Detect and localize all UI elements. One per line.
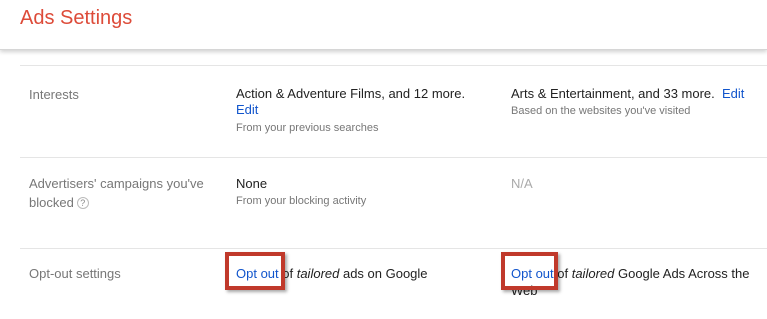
blocked-web-cell: N/A bbox=[511, 176, 533, 192]
interests-search-cell: Action & Adventure Films, and 12 more. E… bbox=[236, 86, 465, 135]
blocked-web-text: N/A bbox=[511, 176, 533, 191]
blocked-search-sub: From your blocking activity bbox=[236, 195, 367, 207]
optout-web-cell: Opt out of tailored Google Ads Across th… bbox=[511, 265, 767, 299]
tailored-emphasis: tailored bbox=[296, 266, 340, 281]
optout-web-line: Opt out of tailored Google Ads Across th… bbox=[511, 266, 750, 298]
interests-web-text: Arts & Entertainment, and 33 more. bbox=[511, 86, 715, 101]
interests-search-sub: From your previous searches bbox=[236, 122, 379, 134]
blocked-search-text: None bbox=[236, 176, 268, 191]
help-icon[interactable]: ? bbox=[76, 197, 89, 209]
tailored-emphasis: tailored bbox=[571, 266, 615, 281]
optout-search-line: Opt out of tailored ads on Google bbox=[236, 266, 428, 281]
opt-out-search-link[interactable]: Opt out bbox=[236, 266, 279, 281]
interests-web-sub: Based on the websites you've visited bbox=[511, 105, 691, 117]
settings-panel: Interests Action & Adventure Films, and … bbox=[20, 65, 767, 318]
opt-out-web-link[interactable]: Opt out bbox=[511, 266, 554, 281]
blocked-label-text: Advertisers' campaigns you've blocked bbox=[29, 176, 204, 210]
blocked-label: Advertisers' campaigns you've blocked? bbox=[29, 174, 219, 212]
optout-search-cell: Opt out of tailored ads on Google bbox=[236, 265, 428, 282]
interests-web-cell: Arts & Entertainment, and 33 more. Edit … bbox=[511, 86, 744, 118]
interests-search-text: Action & Adventure Films, and 12 more. bbox=[236, 86, 466, 101]
optout-label: Opt-out settings bbox=[29, 266, 121, 281]
page-header: Ads Settings bbox=[0, 0, 767, 50]
interests-label: Interests bbox=[29, 87, 79, 102]
edit-web-interests-link[interactable]: Edit bbox=[722, 86, 744, 101]
edit-search-interests-link[interactable]: Edit bbox=[236, 102, 258, 117]
optout-row: Opt-out settings Opt out of tailored ads… bbox=[20, 249, 767, 319]
blocked-row: Advertisers' campaigns you've blocked? N… bbox=[20, 158, 767, 249]
blocked-search-cell: None From your blocking activity bbox=[236, 176, 366, 208]
interests-row: Interests Action & Adventure Films, and … bbox=[20, 66, 767, 158]
page-title: Ads Settings bbox=[20, 7, 133, 29]
